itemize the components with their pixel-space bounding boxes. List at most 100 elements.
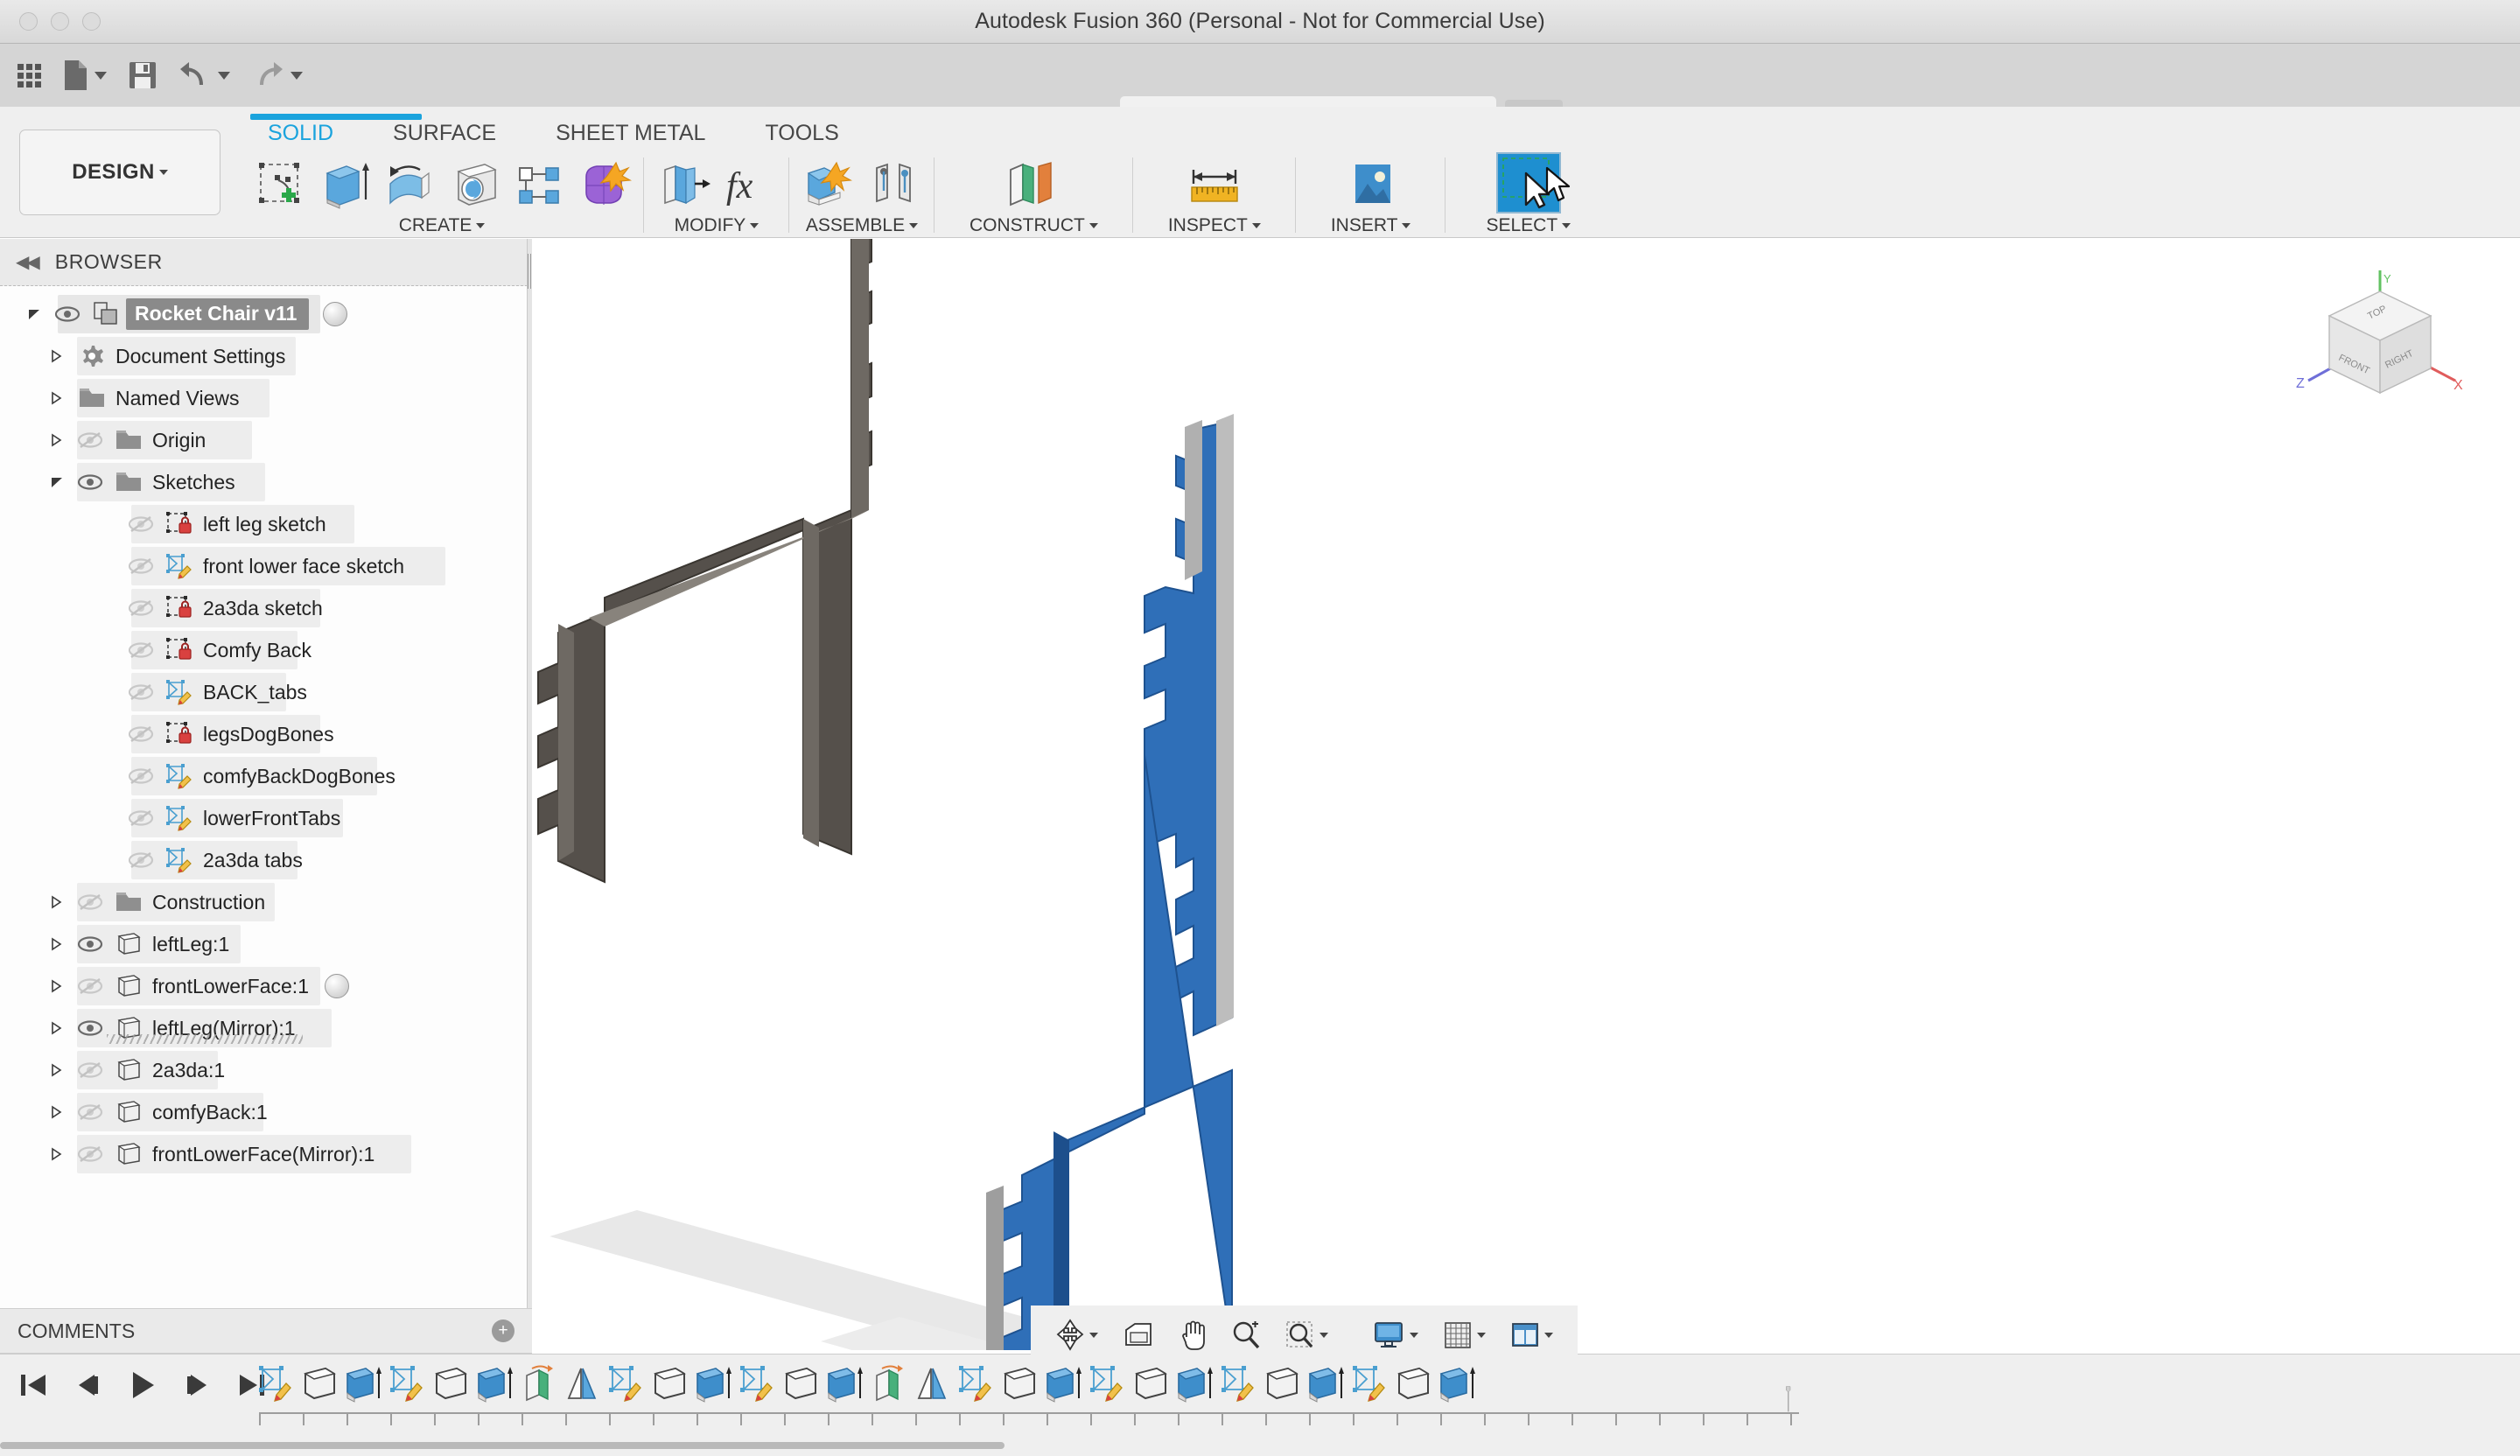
component-item[interactable]: frontLowerFace(Mirror):1 xyxy=(0,1133,532,1175)
play-button[interactable] xyxy=(124,1367,161,1404)
sketch-item[interactable]: BACK_tabs xyxy=(0,671,532,713)
visibility-hidden-icon[interactable] xyxy=(72,430,108,450)
visibility-hidden-icon[interactable] xyxy=(122,682,159,702)
component-item[interactable]: frontLowerFace:1 xyxy=(0,965,532,1007)
timeline-end-marker[interactable] xyxy=(1785,1363,1792,1435)
tree-item-named-views[interactable]: Named Views xyxy=(0,377,532,419)
sketch-feature[interactable] xyxy=(737,1363,777,1404)
expand-arrow-icon[interactable] xyxy=(49,1020,72,1036)
expand-arrow-icon[interactable] xyxy=(49,432,72,448)
mirror-feature[interactable] xyxy=(562,1363,602,1404)
press-pull-icon[interactable] xyxy=(656,158,712,212)
go-to-beginning-button[interactable] xyxy=(16,1368,51,1403)
pattern-icon[interactable] xyxy=(511,158,567,212)
extrude-gray-feature[interactable] xyxy=(430,1363,471,1404)
look-at-icon[interactable] xyxy=(1112,1309,1165,1362)
sketch-feature[interactable] xyxy=(1349,1363,1390,1404)
left-leg-mirror-body[interactable] xyxy=(986,414,1234,1350)
visibility-hidden-icon[interactable] xyxy=(122,598,159,618)
extrude-gray-feature[interactable] xyxy=(1393,1363,1433,1404)
sketch-feature[interactable] xyxy=(1218,1363,1258,1404)
timeline-scrollbar[interactable] xyxy=(0,1438,2520,1454)
new-component-icon[interactable] xyxy=(802,158,858,212)
tree-item-sketches[interactable]: Sketches xyxy=(0,461,532,503)
revolve-icon[interactable] xyxy=(382,158,438,212)
visibility-hidden-icon[interactable] xyxy=(72,892,108,912)
expand-arrow-icon[interactable] xyxy=(49,390,72,406)
sweep-icon[interactable] xyxy=(446,158,502,212)
orbit-icon[interactable] xyxy=(1045,1309,1109,1362)
visibility-hidden-icon[interactable] xyxy=(72,1144,108,1164)
extrude-blue-feature[interactable] xyxy=(343,1363,383,1404)
expand-arrow-icon[interactable] xyxy=(49,1104,72,1120)
sketch-item[interactable]: comfyBackDogBones xyxy=(0,755,532,797)
app-grid-icon[interactable] xyxy=(7,44,52,107)
parameters-icon[interactable]: fx xyxy=(721,158,777,212)
sketch-feature[interactable] xyxy=(956,1363,996,1404)
extrude-blue-feature[interactable] xyxy=(1306,1363,1346,1404)
step-back-button[interactable] xyxy=(70,1368,105,1403)
sketch-item[interactable]: lowerFrontTabs xyxy=(0,797,532,839)
visibility-eye-icon[interactable] xyxy=(72,1019,108,1037)
visibility-hidden-icon[interactable] xyxy=(72,976,108,996)
visibility-hidden-icon[interactable] xyxy=(122,724,159,744)
insert-image-icon[interactable] xyxy=(1340,158,1403,212)
extrude-blue-feature[interactable] xyxy=(474,1363,514,1404)
component-item[interactable]: leftLeg(Mirror):1 xyxy=(0,1007,532,1049)
tree-item-origin[interactable]: Origin xyxy=(0,419,532,461)
new-file-button[interactable] xyxy=(52,44,117,107)
zoom-icon[interactable] xyxy=(1221,1309,1271,1362)
extrude-gray-feature[interactable] xyxy=(1262,1363,1302,1404)
extrude-gray-feature[interactable] xyxy=(999,1363,1040,1404)
visibility-eye-icon[interactable] xyxy=(72,473,108,491)
visibility-eye-icon[interactable] xyxy=(49,305,86,323)
rib-feature[interactable] xyxy=(518,1363,558,1404)
expand-arrow-icon[interactable] xyxy=(49,978,72,994)
chevron-down-icon[interactable] xyxy=(94,71,107,80)
expand-arrow-icon[interactable] xyxy=(49,348,72,364)
visibility-hidden-icon[interactable] xyxy=(122,514,159,534)
extrude-blue-feature[interactable] xyxy=(693,1363,733,1404)
mirror-feature[interactable] xyxy=(912,1363,952,1404)
model-3d-view[interactable] xyxy=(532,239,2520,1350)
zoom-window-icon[interactable] xyxy=(1275,1309,1339,1362)
sketch-item[interactable]: Comfy Back xyxy=(0,629,532,671)
visibility-hidden-icon[interactable] xyxy=(122,766,159,786)
sketch-item[interactable]: 2a3da sketch xyxy=(0,587,532,629)
workspace-selector[interactable]: DESIGN xyxy=(19,130,220,215)
viewport-canvas[interactable]: Y Z X TOP FRONT RIGHT xyxy=(532,239,2520,1350)
left-leg-body[interactable] xyxy=(537,239,872,884)
expand-arrow-icon[interactable] xyxy=(49,936,72,952)
undo-button[interactable] xyxy=(168,44,241,107)
visibility-hidden-icon[interactable] xyxy=(72,1060,108,1080)
step-forward-button[interactable] xyxy=(180,1368,215,1403)
add-comment-icon[interactable]: + xyxy=(492,1320,514,1342)
tab-sheet-metal[interactable]: SHEET METAL xyxy=(526,114,735,153)
pan-icon[interactable] xyxy=(1168,1309,1217,1362)
create-sketch-icon[interactable] xyxy=(252,158,308,212)
expand-arrow-icon[interactable] xyxy=(49,474,72,490)
sketch-item[interactable]: front lower face sketch xyxy=(0,545,532,587)
sketch-feature[interactable] xyxy=(256,1363,296,1404)
sketch-item[interactable]: left leg sketch xyxy=(0,503,532,545)
visibility-hidden-icon[interactable] xyxy=(122,556,159,576)
extrude-blue-feature[interactable] xyxy=(1437,1363,1477,1404)
visibility-hidden-icon[interactable] xyxy=(122,850,159,870)
extrude-gray-feature[interactable] xyxy=(780,1363,821,1404)
rib-feature[interactable] xyxy=(868,1363,908,1404)
viewports-icon[interactable] xyxy=(1500,1309,1564,1362)
sketch-item[interactable]: 2a3da tabs xyxy=(0,839,532,881)
combine-icon[interactable] xyxy=(576,158,632,212)
component-item[interactable]: leftLeg:1 xyxy=(0,923,532,965)
appearance-badge[interactable] xyxy=(323,302,348,326)
sketch-feature[interactable] xyxy=(606,1363,646,1404)
sketch-feature[interactable] xyxy=(387,1363,427,1404)
sketch-feature[interactable] xyxy=(1087,1363,1127,1404)
chevron-down-icon[interactable] xyxy=(218,71,230,80)
component-item[interactable]: comfyBack:1 xyxy=(0,1091,532,1133)
panel-grip-top[interactable] xyxy=(528,254,531,289)
tab-tools[interactable]: TOOLS xyxy=(735,114,868,153)
measure-icon[interactable] xyxy=(1180,158,1250,212)
collapse-panel-icon[interactable]: ◀◀ xyxy=(16,251,40,273)
comments-bar[interactable]: COMMENTS + xyxy=(0,1308,532,1354)
